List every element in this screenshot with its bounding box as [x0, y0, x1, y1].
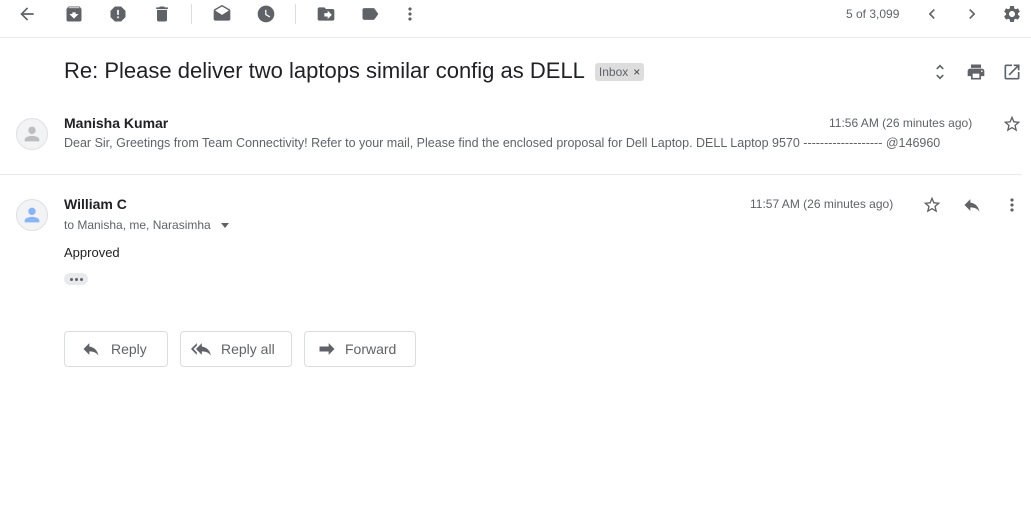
inbox-label-chip[interactable]: Inbox × — [594, 63, 645, 81]
mark-unread-icon — [213, 4, 231, 21]
open-new-window-button[interactable] — [1000, 60, 1024, 84]
toolbar-divider — [295, 4, 296, 24]
unfold-more-icon — [936, 64, 944, 80]
move-to-button[interactable] — [314, 2, 338, 26]
reply-button[interactable] — [960, 193, 984, 217]
settings-button[interactable] — [1000, 2, 1024, 26]
recipients-line: to Manisha, me, Narasimha — [64, 218, 229, 232]
person-icon — [24, 207, 40, 223]
delete-icon — [156, 6, 168, 22]
subject-row: Re: Please deliver two laptops similar c… — [64, 58, 645, 84]
chevron-down-icon[interactable] — [220, 222, 229, 228]
forward-label: Forward — [345, 341, 397, 357]
reply-all-label: Reply all — [221, 341, 275, 357]
thread-subject: Re: Please deliver two laptops similar c… — [64, 58, 585, 83]
person-icon — [24, 126, 40, 142]
reply-icon — [964, 199, 980, 212]
print-all-button[interactable] — [964, 60, 988, 84]
delete-button[interactable] — [150, 2, 174, 26]
newer-button[interactable] — [920, 2, 944, 26]
report-spam-icon — [110, 6, 126, 22]
older-button[interactable] — [960, 2, 984, 26]
label-text: Inbox — [598, 65, 629, 79]
mark-unread-button[interactable] — [210, 2, 234, 26]
recipients-text: to Manisha, me, Narasimha — [64, 218, 211, 232]
dot-icon — [74, 277, 78, 281]
message-body: Approved — [64, 245, 120, 260]
star-outline-icon — [1003, 115, 1021, 132]
message-time: 11:57 AM (26 minutes ago) — [750, 197, 894, 211]
move-to-icon — [317, 7, 335, 21]
arrow-back-icon — [20, 7, 34, 21]
avatar — [16, 118, 48, 150]
gear-icon — [1004, 6, 1020, 22]
back-button[interactable] — [15, 2, 39, 26]
chevron-right-icon — [969, 9, 976, 19]
reply-all-action-button[interactable]: Reply all — [180, 331, 292, 367]
reply-all-icon — [191, 343, 211, 356]
pager-count: 5 of 3,099 — [846, 7, 900, 21]
open-in-new-icon — [1004, 64, 1020, 80]
star-button[interactable] — [920, 193, 944, 217]
message-sender[interactable]: William C — [64, 196, 127, 212]
label-icon — [362, 8, 379, 20]
star-outline-icon — [923, 196, 941, 213]
reply-label: Reply — [111, 341, 147, 357]
print-icon — [967, 64, 985, 80]
more-button[interactable] — [398, 2, 422, 26]
chevron-left-icon — [928, 9, 935, 19]
label-button[interactable] — [358, 2, 382, 26]
toolbar-divider — [191, 4, 192, 24]
message-divider — [0, 174, 1022, 175]
snooze-button[interactable] — [254, 2, 278, 26]
show-trimmed-content-button[interactable] — [64, 273, 88, 285]
report-spam-button[interactable] — [106, 2, 130, 26]
message-sender[interactable]: Manisha Kumar — [64, 115, 168, 131]
remove-label-icon[interactable]: × — [633, 65, 640, 79]
dot-icon — [69, 277, 73, 281]
dot-icon — [79, 277, 83, 281]
expand-all-button[interactable] — [928, 60, 952, 84]
message-more-button[interactable] — [1000, 193, 1024, 217]
reply-action-button[interactable]: Reply — [64, 331, 168, 367]
archive-icon — [66, 6, 82, 22]
toolbar: 5 of 3,099 — [0, 0, 1031, 38]
more-vert-icon — [1010, 198, 1014, 212]
message-snippet[interactable]: Dear Sir, Greetings from Team Connectivi… — [64, 136, 940, 150]
forward-icon — [319, 343, 335, 355]
reply-icon — [83, 343, 99, 356]
snooze-icon — [257, 5, 275, 23]
more-vert-icon — [408, 7, 412, 21]
message-time: 11:56 AM (26 minutes ago) — [829, 116, 973, 130]
avatar — [16, 199, 48, 231]
forward-action-button[interactable]: Forward — [304, 331, 416, 367]
archive-button[interactable] — [62, 2, 86, 26]
star-button[interactable] — [1000, 112, 1024, 136]
